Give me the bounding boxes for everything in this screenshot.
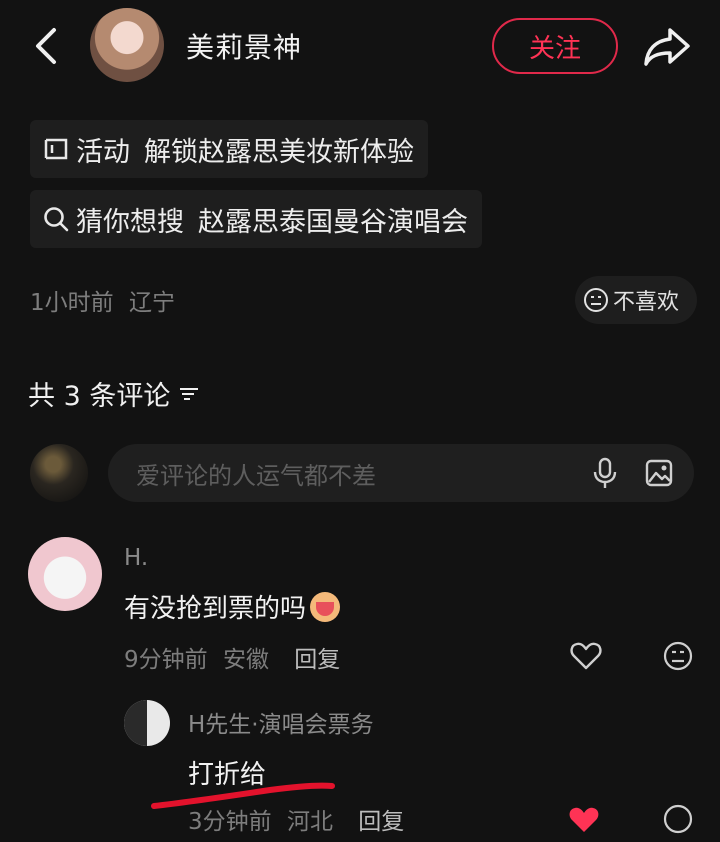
commenter-avatar[interactable] [28, 537, 102, 611]
comment-count-header[interactable]: 共 3 条评论 [28, 374, 200, 413]
post-location: 辽宁 [128, 290, 175, 316]
suggested-search-chip[interactable]: 猜你想搜 赵露思泰国曼谷演唱会 [30, 190, 482, 248]
activity-chip[interactable]: 活动 解锁赵露思美妆新体验 [30, 120, 428, 178]
unhappy-face-icon [663, 804, 693, 834]
reply-button[interactable]: 回复 [358, 809, 404, 835]
dislike-label: 不喜欢 [613, 290, 680, 315]
voice-input-button[interactable] [590, 456, 620, 494]
my-avatar [30, 444, 88, 502]
chip-text: 赵露思泰国曼谷演唱会 [198, 206, 468, 238]
share-icon [644, 28, 690, 66]
unhappy-face-icon [663, 641, 693, 671]
replier-name[interactable]: H先生·演唱会票务 [188, 705, 374, 739]
replier-avatar[interactable] [124, 700, 170, 746]
comment-location: 安徽 [222, 647, 269, 673]
image-upload-button[interactable] [644, 458, 674, 492]
follow-button[interactable]: 关注 [492, 18, 618, 74]
chip-tag: 猜你想搜 [76, 206, 184, 238]
ad-icon [42, 135, 70, 163]
comment-time: 9分钟前 [124, 647, 208, 673]
back-arrow-icon [36, 28, 56, 64]
comment-meta: 9分钟前 安徽 回复 [124, 640, 340, 674]
crying-emoji-icon [310, 591, 341, 622]
comment-dislike-button[interactable] [662, 803, 694, 839]
comment-body: 有没抢到票的吗 [124, 594, 307, 624]
reply-meta: 3分钟前 河北 回复 [188, 802, 404, 836]
reply-button[interactable]: 回复 [294, 647, 340, 673]
heart-icon [570, 642, 602, 670]
like-button[interactable] [568, 805, 600, 839]
comment-dislike-button[interactable] [662, 640, 694, 676]
commenter-name[interactable]: H. [124, 545, 148, 571]
dislike-button[interactable]: 不喜欢 [575, 276, 698, 324]
image-icon [645, 459, 673, 487]
post-meta: 1小时前 辽宁 [30, 283, 175, 317]
heart-filled-icon [569, 807, 599, 832]
chip-tag: 活动 [76, 136, 130, 168]
author-avatar[interactable] [90, 8, 164, 82]
microphone-icon [593, 457, 617, 488]
author-name[interactable]: 美莉景神 [186, 26, 302, 66]
comment-text: 有没抢到票的吗 [124, 588, 341, 625]
reply-time: 3分钟前 [188, 809, 272, 835]
back-button[interactable] [28, 24, 68, 68]
share-button[interactable] [642, 24, 692, 68]
sort-icon [180, 387, 199, 400]
like-button[interactable] [570, 641, 602, 675]
comment-count: 共 3 条评论 [28, 381, 171, 412]
reply-location: 河北 [286, 809, 333, 835]
unhappy-face-icon [584, 288, 608, 312]
post-time: 1小时前 [30, 290, 114, 316]
chip-text: 解锁赵露思美妆新体验 [144, 136, 414, 168]
search-icon [42, 205, 70, 233]
